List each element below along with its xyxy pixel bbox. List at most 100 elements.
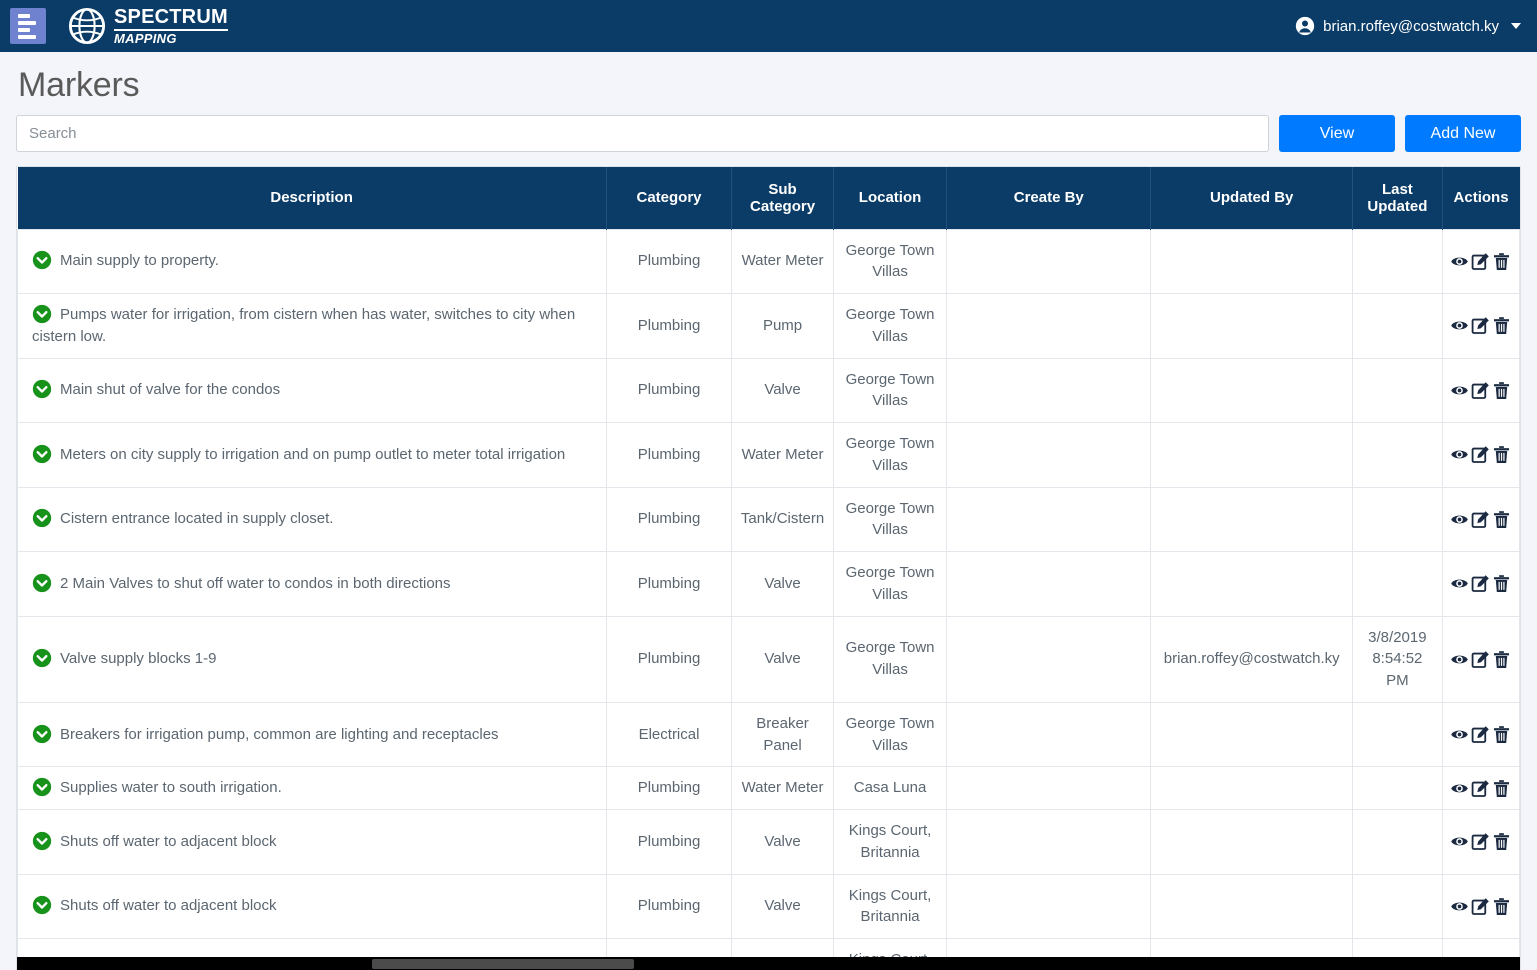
table-row[interactable]: Breakers for irrigation pump, common are… [17, 701, 1520, 768]
description-text: Valve supply blocks 1-9 [60, 650, 217, 668]
hamburger-icon-line [18, 20, 36, 25]
status-active-icon[interactable] [32, 895, 52, 915]
status-active-icon[interactable] [32, 304, 52, 324]
eye-icon[interactable] [1450, 381, 1469, 400]
table-row[interactable]: Main shut of valve for the condos Plumbin… [17, 357, 1520, 423]
cell-category: Plumbing [605, 422, 733, 488]
edit-icon[interactable] [1471, 832, 1490, 851]
eye-icon[interactable] [1450, 574, 1469, 593]
cell-last-updated [1352, 701, 1443, 768]
column-header-description[interactable]: Description [17, 167, 607, 229]
column-header-location[interactable]: Location [833, 167, 948, 229]
cell-category: Plumbing [605, 615, 733, 703]
eye-icon[interactable] [1450, 897, 1469, 916]
status-active-icon[interactable] [32, 831, 52, 851]
trash-icon[interactable] [1492, 832, 1511, 851]
trash-icon[interactable] [1492, 252, 1511, 271]
table-row[interactable]: Valve supply blocks 1-9 Plumbing Valve Geor… [17, 615, 1520, 703]
status-active-icon[interactable] [32, 508, 52, 528]
cell-sub-category: Pump [731, 293, 834, 359]
edit-icon[interactable] [1471, 725, 1490, 744]
edit-icon[interactable] [1471, 316, 1490, 335]
cell-location: George Town Villas [832, 551, 948, 617]
edit-icon[interactable] [1471, 779, 1490, 798]
table-row[interactable]: Meters on city supply to irrigation and … [17, 422, 1520, 488]
view-button[interactable]: View [1279, 115, 1395, 152]
brand-logo-link[interactable]: SPECTRUM MAPPING [68, 7, 228, 45]
cell-location: Kings Court, Britannia [832, 809, 948, 875]
trash-icon[interactable] [1492, 650, 1511, 669]
cell-last-updated [1352, 809, 1443, 875]
table-row[interactable]: Shuts off water to adjacent block Plumbin… [17, 809, 1520, 875]
eye-icon[interactable] [1450, 725, 1469, 744]
cell-last-updated [1352, 228, 1443, 294]
cell-category: Plumbing [605, 873, 733, 939]
status-active-icon[interactable] [32, 444, 52, 464]
trash-icon[interactable] [1492, 316, 1511, 335]
cell-category: Plumbing [605, 809, 733, 875]
cell-actions [1441, 615, 1520, 703]
cell-sub-category: Valve [731, 357, 834, 423]
column-header-updated-by[interactable]: Updated By [1150, 167, 1354, 229]
eye-icon[interactable] [1450, 779, 1469, 798]
cell-last-updated [1352, 357, 1443, 423]
cell-create-by [946, 766, 1152, 810]
trash-icon[interactable] [1492, 510, 1511, 529]
edit-icon[interactable] [1471, 510, 1490, 529]
column-header-category[interactable]: Category [606, 167, 733, 229]
edit-icon[interactable] [1471, 574, 1490, 593]
search-input[interactable] [16, 115, 1269, 152]
column-header-create-by[interactable]: Create By [946, 167, 1152, 229]
cell-category: Plumbing [605, 551, 733, 617]
user-menu[interactable]: brian.roffey@costwatch.ky [1295, 16, 1521, 36]
cell-create-by [946, 293, 1152, 359]
table-row[interactable]: Cistern entrance located in supply close… [17, 486, 1520, 552]
description-text: Main supply to property. [60, 252, 219, 270]
status-active-icon[interactable] [32, 648, 52, 668]
table-row[interactable]: Supplies water to south irrigation. Plumb… [17, 766, 1520, 810]
column-header-sub-category[interactable]: Sub Category [731, 167, 834, 229]
cell-description: Breakers for irrigation pump, common are… [17, 701, 607, 768]
status-active-icon[interactable] [32, 250, 52, 270]
table-row[interactable]: Shuts off water to adjacent block Plumbin… [17, 873, 1520, 939]
eye-icon[interactable] [1450, 832, 1469, 851]
column-header-last-updated[interactable]: Last Updated [1352, 167, 1443, 229]
trash-icon[interactable] [1492, 445, 1511, 464]
edit-icon[interactable] [1471, 897, 1490, 916]
trash-icon[interactable] [1492, 574, 1511, 593]
edit-icon[interactable] [1471, 381, 1490, 400]
eye-icon[interactable] [1450, 252, 1469, 271]
eye-icon[interactable] [1450, 510, 1469, 529]
sidebar-toggle-button[interactable] [10, 8, 46, 44]
edit-icon[interactable] [1471, 650, 1490, 669]
cell-create-by [946, 422, 1152, 488]
trash-icon[interactable] [1492, 725, 1511, 744]
cell-updated-by [1150, 766, 1354, 810]
cell-last-updated [1352, 873, 1443, 939]
cell-last-updated [1352, 551, 1443, 617]
horizontal-scrollbar-thumb[interactable] [372, 959, 634, 969]
horizontal-scrollbar[interactable] [17, 957, 1520, 970]
trash-icon[interactable] [1492, 897, 1511, 916]
cell-create-by [946, 357, 1152, 423]
table-header-row: Description Category Sub Category Locati… [17, 167, 1520, 229]
eye-icon[interactable] [1450, 445, 1469, 464]
eye-icon[interactable] [1450, 316, 1469, 335]
trash-icon[interactable] [1492, 381, 1511, 400]
status-active-icon[interactable] [32, 379, 52, 399]
page-title: Markers [18, 66, 140, 104]
cell-actions [1441, 701, 1520, 768]
eye-icon[interactable] [1450, 650, 1469, 669]
status-active-icon[interactable] [32, 573, 52, 593]
cell-updated-by [1150, 809, 1354, 875]
table-row[interactable]: 2 Main Valves to shut off water to condo… [17, 551, 1520, 617]
status-active-icon[interactable] [32, 777, 52, 797]
description-text: Shuts off water to adjacent block [60, 897, 277, 915]
edit-icon[interactable] [1471, 252, 1490, 271]
trash-icon[interactable] [1492, 779, 1511, 798]
table-row[interactable]: Main supply to property. Plumbing Water Me… [17, 228, 1520, 294]
edit-icon[interactable] [1471, 445, 1490, 464]
add-new-button[interactable]: Add New [1405, 115, 1521, 152]
table-row[interactable]: Pumps water for irrigation, from cistern… [17, 293, 1520, 359]
status-active-icon[interactable] [32, 724, 52, 744]
